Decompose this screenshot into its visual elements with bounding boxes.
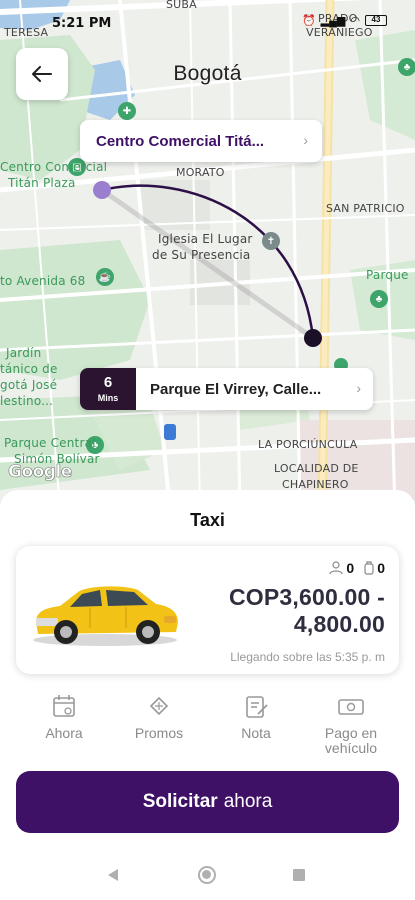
option-ahora-label: Ahora xyxy=(45,725,83,741)
destination-chip[interactable]: 6 Mins Parque El Virrey, Calle... › xyxy=(80,368,373,410)
map-label-avenida-68: to Avenida 68 xyxy=(0,274,86,288)
note-icon xyxy=(246,696,268,718)
price-range: COP3,600.00 - 4,800.00 xyxy=(229,584,385,638)
status-time: 5:21 PM xyxy=(52,16,112,31)
option-promos-label: Promos xyxy=(134,725,184,741)
option-pago-en-vehiculo[interactable]: Pago en vehículo xyxy=(318,692,384,756)
map-label-jardin-2: tánico de xyxy=(0,362,58,376)
origin-chip[interactable]: Centro Comercial Titá... › xyxy=(80,120,322,162)
price-line-2: 4,800.00 xyxy=(293,611,385,637)
arrival-time: Llegando sobre las 5:35 p. m xyxy=(230,650,385,664)
passenger-count: 0 xyxy=(346,560,355,576)
transit-icon xyxy=(164,424,176,440)
map-label-parque-central: Parque Central xyxy=(4,436,96,450)
request-now-button[interactable]: Solicitar ahora xyxy=(16,771,399,833)
nav-back-icon[interactable] xyxy=(106,868,120,882)
origin-label: Centro Comercial Titá... xyxy=(96,132,265,150)
map-label-localidad: LOCALIDAD DE xyxy=(274,462,359,475)
ticket-icon xyxy=(149,696,169,716)
nav-recents-icon[interactable] xyxy=(293,869,305,881)
map-label-parque: Parque xyxy=(366,268,409,282)
cash-icon xyxy=(338,699,364,715)
map-label-morato: MORATO xyxy=(176,166,225,179)
eta-value: 6 xyxy=(103,374,113,391)
alarm-icon: ⏰ xyxy=(301,15,316,27)
signal-icon: ▂▄▆ xyxy=(320,15,346,27)
map-label-jardin-3: gotá José xyxy=(0,378,58,392)
capacity-info: 0 0 xyxy=(329,560,385,576)
option-pago-label-2: vehículo xyxy=(324,740,378,756)
map-label-la-porciuncula: LA PORCIÚNCULA xyxy=(258,438,358,451)
option-pago-label-1: Pago en xyxy=(324,725,378,741)
ride-option-card[interactable]: 0 0 COP3,600.00 - 4,800.00 Llegando sobr… xyxy=(16,546,399,674)
destination-label: Parque El Virrey, Calle... xyxy=(150,380,322,398)
chevron-right-icon: › xyxy=(303,132,308,148)
map-label-titan-plaza: Titán Plaza xyxy=(8,176,76,190)
park-icon: ♣ xyxy=(370,290,388,308)
map-label-jardin-1: Jardín xyxy=(6,346,42,360)
request-now-regular: ahora xyxy=(223,791,273,812)
taxi-car-image xyxy=(33,586,178,646)
map-label-jardin-4: lestino... xyxy=(0,394,54,408)
city-title: Bogotá xyxy=(173,62,242,85)
option-ahora[interactable]: Ahora xyxy=(38,692,90,741)
map-label-iglesia-2: de Su Presencia xyxy=(152,248,251,262)
map-label-iglesia-1: Iglesia El Lugar xyxy=(158,232,253,246)
system-nav-bar xyxy=(0,854,415,900)
nav-home-icon[interactable] xyxy=(198,866,216,884)
cafe-icon: ☕ xyxy=(96,268,114,286)
eta-badge: 6 Mins xyxy=(80,368,136,410)
wifi-icon: ◠ xyxy=(350,15,360,27)
service-title: Taxi xyxy=(190,510,225,530)
battery-icon: 43 xyxy=(365,15,387,26)
option-nota[interactable]: Nota xyxy=(230,692,282,741)
bottom-sheet: Taxi 0 0 COP3,600.00 - 4,800.00 Llegando… xyxy=(0,490,415,900)
map-label-san-patricio: SAN PATRICIO xyxy=(326,202,405,215)
luggage-count: 0 xyxy=(377,560,385,576)
church-icon: ✝ xyxy=(262,232,280,250)
calendar-icon xyxy=(53,695,75,717)
chevron-right-icon: › xyxy=(356,380,361,396)
eta-unit: Mins xyxy=(97,393,119,403)
request-now-bold: Solicitar xyxy=(142,791,218,812)
price-line-1: COP3,600.00 - xyxy=(228,584,385,610)
map-label-centro-comercial: Centro Comercial xyxy=(0,160,108,174)
person-icon xyxy=(329,561,344,575)
status-bar: 5:21 PM ⏰ ▂▄▆ ◠ 43 xyxy=(0,0,415,46)
option-nota-label: Nota xyxy=(241,725,271,741)
google-logo: Google xyxy=(8,462,73,483)
luggage-icon xyxy=(364,561,374,575)
status-icons: ⏰ ▂▄▆ ◠ 43 xyxy=(302,14,387,27)
option-promos[interactable]: Promos xyxy=(128,692,190,741)
poi-park-icon: ✚ xyxy=(118,102,136,120)
